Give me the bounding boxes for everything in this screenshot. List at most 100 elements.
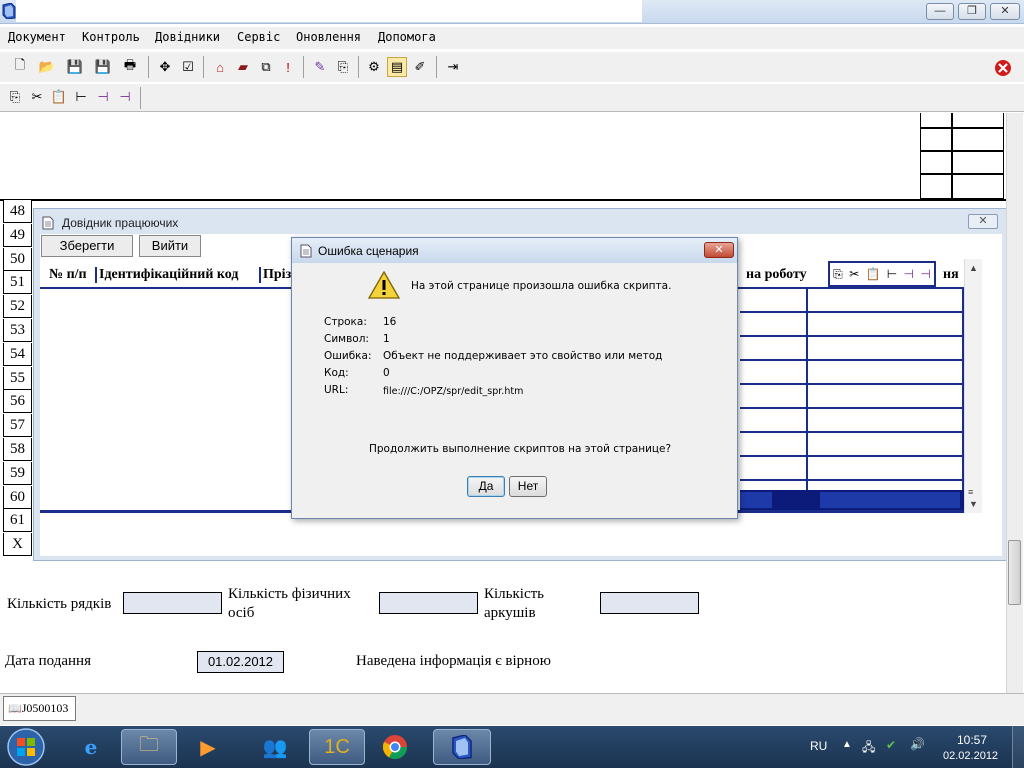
insert-row-icon[interactable]: ⊢ (71, 87, 91, 107)
network-icon[interactable]: 🖧 (862, 738, 875, 759)
clock-time[interactable]: 10:57 (957, 733, 987, 747)
contacts-icon[interactable]: 👥 (247, 729, 303, 765)
menu-directories[interactable]: Довідники (155, 30, 220, 44)
show-hidden-icons-icon[interactable]: ▲ (842, 739, 852, 750)
grid-cell (808, 457, 964, 481)
menu-help[interactable]: Допомога (378, 30, 436, 44)
menu-service[interactable]: Сервіс (237, 30, 280, 44)
warning-icon (368, 270, 400, 299)
detail-value-url: file:///C:/OPZ/spr/edit_spr.htm (383, 386, 524, 397)
grid-cell (808, 409, 964, 433)
no-button[interactable]: Нет (509, 476, 547, 497)
grid-cell (808, 361, 964, 385)
scroll-down-icon[interactable]: ▼ (969, 499, 978, 509)
cut-icon[interactable]: ✂ (27, 87, 47, 107)
copy-pages-icon[interactable]: ⧉ (256, 57, 276, 77)
restore-button[interactable]: ❐ (958, 3, 986, 20)
copy-icon[interactable]: ⎘ (833, 267, 843, 282)
save-all-icon[interactable]: 💾 (93, 57, 113, 77)
exit-button[interactable]: Вийти (139, 235, 201, 257)
document-tab-strip (0, 693, 1024, 725)
minimize-button[interactable]: — (926, 3, 954, 20)
settings-icon[interactable]: ⚙ (364, 57, 384, 77)
paste-icon[interactable]: 📋 (865, 267, 880, 281)
paste-icon[interactable]: 📋 (49, 87, 69, 107)
close-document-icon[interactable] (994, 59, 1012, 77)
main-scrollbar[interactable] (1006, 113, 1023, 693)
cut-icon[interactable]: ✂ (849, 267, 859, 281)
rows-count-field[interactable] (123, 592, 222, 614)
explorer-folder-icon[interactable]: 🗀 (121, 729, 177, 765)
submission-date-label: Дата подання (5, 653, 91, 669)
title-area (16, 0, 642, 22)
menu-updates[interactable]: Оновлення (296, 30, 361, 44)
row-number: 59 (3, 461, 32, 485)
grid-cell (808, 313, 964, 337)
add-row-icon[interactable]: ⊣ (93, 87, 113, 107)
exit-icon[interactable]: ⇥ (443, 57, 463, 77)
sign-icon[interactable]: ✎ (310, 57, 330, 77)
home-icon[interactable]: ⌂ (210, 57, 230, 77)
row-number: 56 (3, 390, 32, 414)
row-number: 55 (3, 366, 32, 390)
media-player-icon[interactable]: ▶ (180, 729, 236, 765)
delete-row-icon[interactable]: ⊣ (920, 267, 930, 281)
directory-icon[interactable]: ▤ (387, 57, 407, 77)
open-folder-icon[interactable]: 📂 (37, 57, 57, 77)
col-hire-date: на роботу (746, 267, 807, 282)
validate-icon[interactable]: ☑ (178, 57, 198, 77)
floating-edit-toolbar: ⎘ ✂ 📋 ⊢ ⊣ ⊣ (828, 261, 936, 287)
close-dialog-button[interactable]: ✕ (968, 214, 998, 229)
security-check-icon[interactable]: ✔ (886, 738, 896, 752)
pen-icon[interactable]: ✐ (410, 57, 430, 77)
show-desktop-button[interactable] (1012, 726, 1024, 768)
row-number: 60 (3, 485, 32, 509)
report-app-icon[interactable] (433, 729, 491, 765)
menu-control[interactable]: Контроль (82, 30, 140, 44)
inner-scrollbar[interactable]: ▲ ≡ ▼ (964, 259, 982, 513)
volume-icon[interactable]: 🔊 (910, 737, 925, 751)
document-icon (42, 216, 54, 230)
check-icon[interactable]: ✥ (155, 57, 175, 77)
detail-value-code: 0 (383, 367, 390, 379)
export-doc-icon[interactable]: ⎘ (333, 57, 353, 77)
yes-button[interactable]: Да (467, 476, 505, 497)
close-window-button[interactable]: ✕ (990, 3, 1020, 20)
error-message: На этой странице произошла ошибка скрипт… (411, 280, 672, 292)
new-document-icon[interactable]: 🗋 (10, 57, 30, 77)
copy-icon[interactable]: ⎘ (5, 87, 25, 107)
book-icon[interactable]: ▰ (233, 57, 253, 77)
close-dialog-button[interactable]: ✕ (704, 242, 734, 258)
scroll-up-icon[interactable]: ▲ (969, 263, 978, 273)
detail-label-line: Строка: (324, 316, 367, 328)
scrollbar-thumb[interactable] (1008, 540, 1021, 605)
language-indicator[interactable]: RU (810, 739, 827, 753)
delete-row-icon[interactable]: ⊣ (115, 87, 135, 107)
accounting-app-icon[interactable]: 1С (309, 729, 365, 765)
print-icon[interactable]: 🖶 (120, 57, 140, 77)
submission-date-field[interactable]: 01.02.2012 (197, 651, 284, 673)
menu-bar: Документ Контроль Довідники Сервіс Оновл… (0, 27, 1024, 49)
insert-row-icon[interactable]: ⊢ (887, 267, 897, 281)
edit-toolbar: ⎘ ✂ 📋 ⊢ ⊣ ⊣ (0, 84, 1024, 112)
sheets-count-field[interactable] (600, 592, 699, 614)
grid-cell (740, 409, 808, 433)
row-number: 51 (3, 271, 32, 295)
save-button[interactable]: Зберегти (41, 235, 133, 257)
internet-explorer-icon[interactable]: e (63, 729, 119, 765)
grid-cell (808, 433, 964, 457)
detail-value-line: 16 (383, 316, 397, 328)
start-button[interactable] (4, 727, 48, 767)
col-tax-id: Ідентифікаційний код (95, 267, 238, 283)
grid-cell (808, 289, 964, 313)
add-row-icon[interactable]: ⊣ (904, 267, 914, 281)
clock-date[interactable]: 02.02.2012 (943, 750, 998, 762)
document-tab[interactable]: 📖J0500103 (3, 696, 76, 721)
alert-doc-icon[interactable]: ! (278, 57, 298, 77)
persons-count-field[interactable] (379, 592, 478, 614)
window-title: Довідник працюючих (62, 216, 179, 230)
save-icon[interactable]: 💾 (65, 57, 85, 77)
row-number: 48 (3, 200, 32, 223)
chrome-icon[interactable] (367, 729, 423, 765)
menu-document[interactable]: Документ (8, 30, 66, 44)
